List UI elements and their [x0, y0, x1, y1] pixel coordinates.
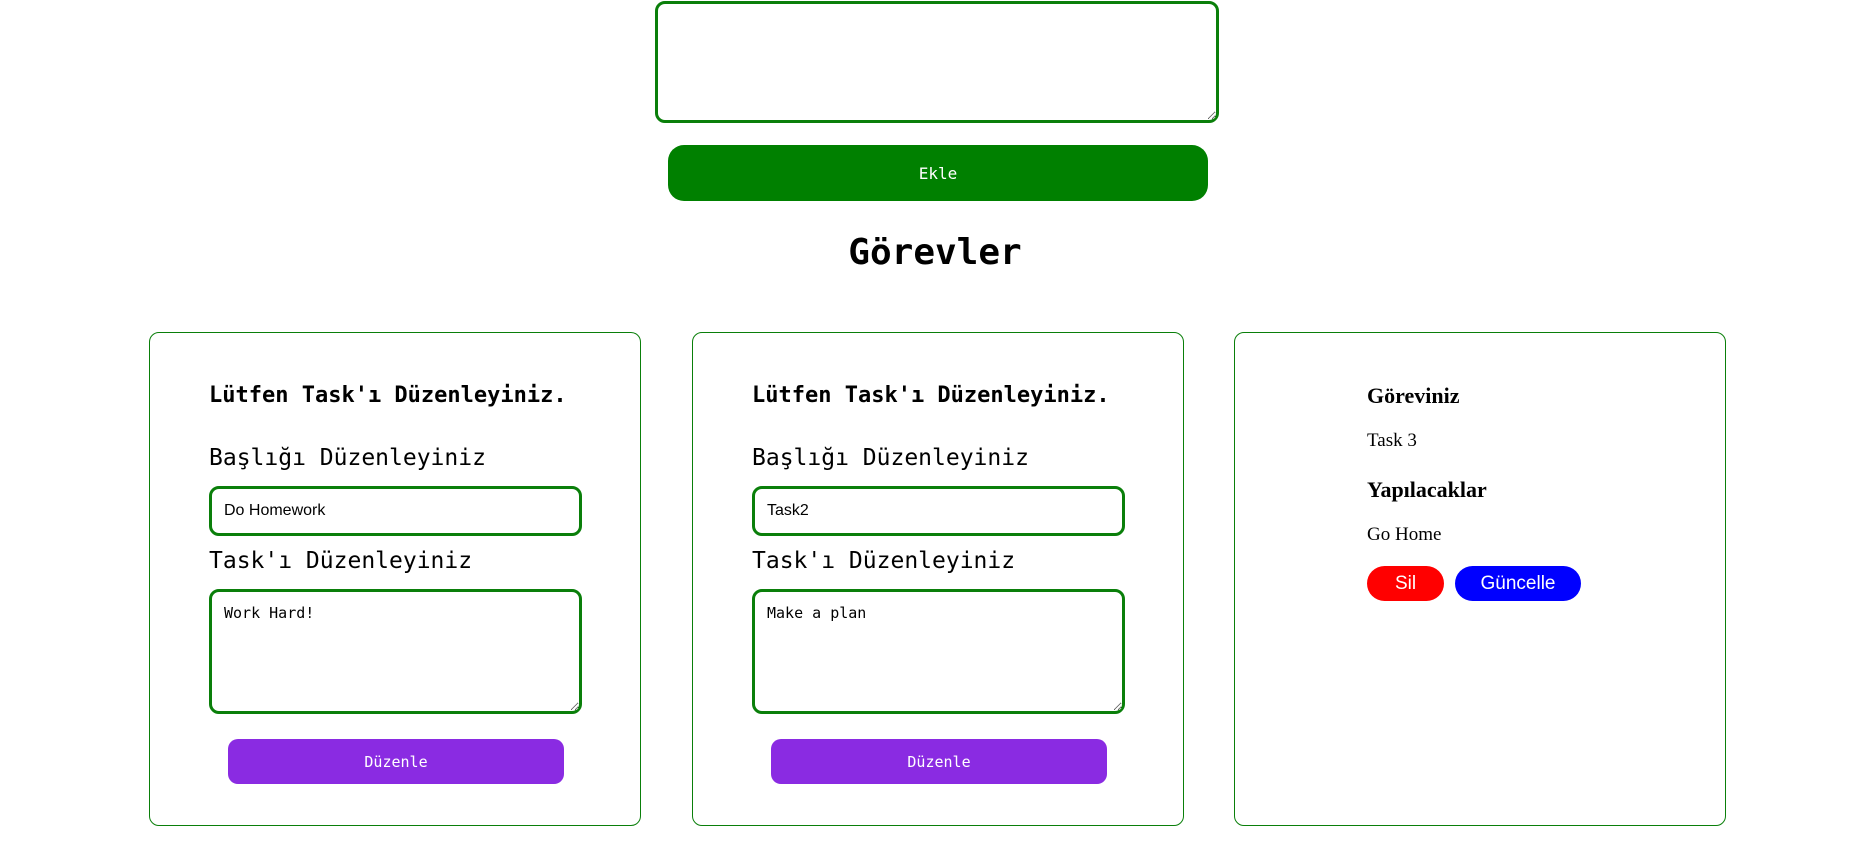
task-title-text: Task 3: [1367, 430, 1417, 451]
todo-text: Go Home: [1367, 524, 1442, 545]
task-heading: Göreviniz: [1367, 383, 1460, 408]
title-field-label: Başlığı Düzenleyiniz: [209, 445, 486, 471]
edit-button[interactable]: Düzenle: [228, 739, 564, 784]
edit-button[interactable]: Düzenle: [771, 739, 1107, 784]
task-textarea[interactable]: Make a plan: [752, 589, 1125, 714]
title-field-label: Başlığı Düzenleyiniz: [752, 445, 1029, 471]
title-input[interactable]: [752, 486, 1125, 536]
edit-task-card: Lütfen Task'ı Düzenleyiniz. Başlığı Düze…: [149, 332, 641, 826]
task-field-label: Task'ı Düzenleyiniz: [209, 548, 473, 574]
title-input[interactable]: [209, 486, 582, 536]
edit-card-heading: Lütfen Task'ı Düzenleyiniz.: [209, 383, 567, 408]
edit-task-card: Lütfen Task'ı Düzenleyiniz. Başlığı Düze…: [692, 332, 1184, 826]
new-task-textarea[interactable]: [655, 1, 1219, 123]
edit-card-heading: Lütfen Task'ı Düzenleyiniz.: [752, 383, 1110, 408]
page-title: Görevler: [848, 232, 1022, 273]
task-view-card: Göreviniz Task 3 Yapılacaklar Go Home Si…: [1234, 332, 1726, 826]
delete-button[interactable]: Sil: [1367, 566, 1444, 601]
task-textarea[interactable]: Work Hard!: [209, 589, 582, 714]
update-button[interactable]: Güncelle: [1455, 566, 1581, 601]
todo-heading: Yapılacaklar: [1367, 477, 1487, 502]
task-field-label: Task'ı Düzenleyiniz: [752, 548, 1016, 574]
add-button[interactable]: Ekle: [668, 145, 1208, 201]
